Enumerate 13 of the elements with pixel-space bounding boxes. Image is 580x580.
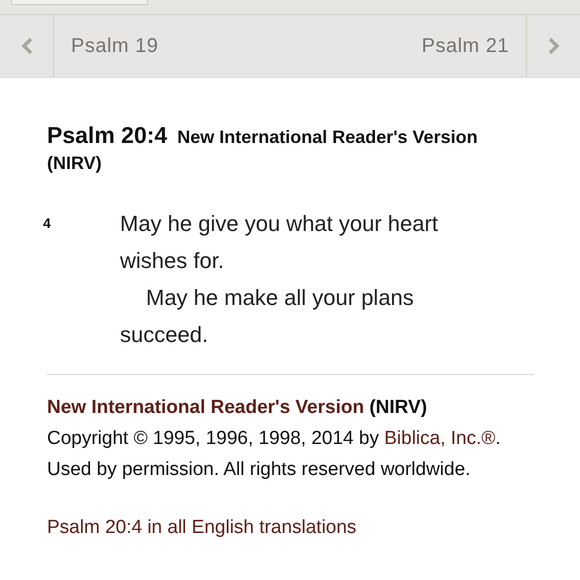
next-chapter-link[interactable]: Psalm 21 [422, 31, 509, 61]
button-edge[interactable] [11, 0, 148, 5]
version-link[interactable]: New International Reader's Version [47, 397, 364, 418]
verse-number: 4 [43, 214, 52, 233]
previous-chapter-link[interactable]: Psalm 19 [71, 31, 158, 61]
verse-line: May he give you what your heart wishes for. [120, 210, 439, 275]
copyright-notice: New International Reader's Version (NIRV) Copyright © 1995, 1996, 1998, 2014 by Biblica, Inc.®. Used by permission. All rights reserved worldwide. [47, 396, 502, 482]
passage-heading: Psalm 20:4 New International Reader's Version (NIRV) [47, 123, 479, 175]
verse-line: May he make all your plans succeed. [120, 284, 415, 349]
all-translations-link[interactable]: Psalm 20:4 in all English translations [47, 512, 356, 543]
publisher-link[interactable]: Biblica, Inc.® [384, 428, 496, 449]
chevron-left-icon [20, 37, 34, 55]
chevron-right-icon [546, 37, 560, 55]
